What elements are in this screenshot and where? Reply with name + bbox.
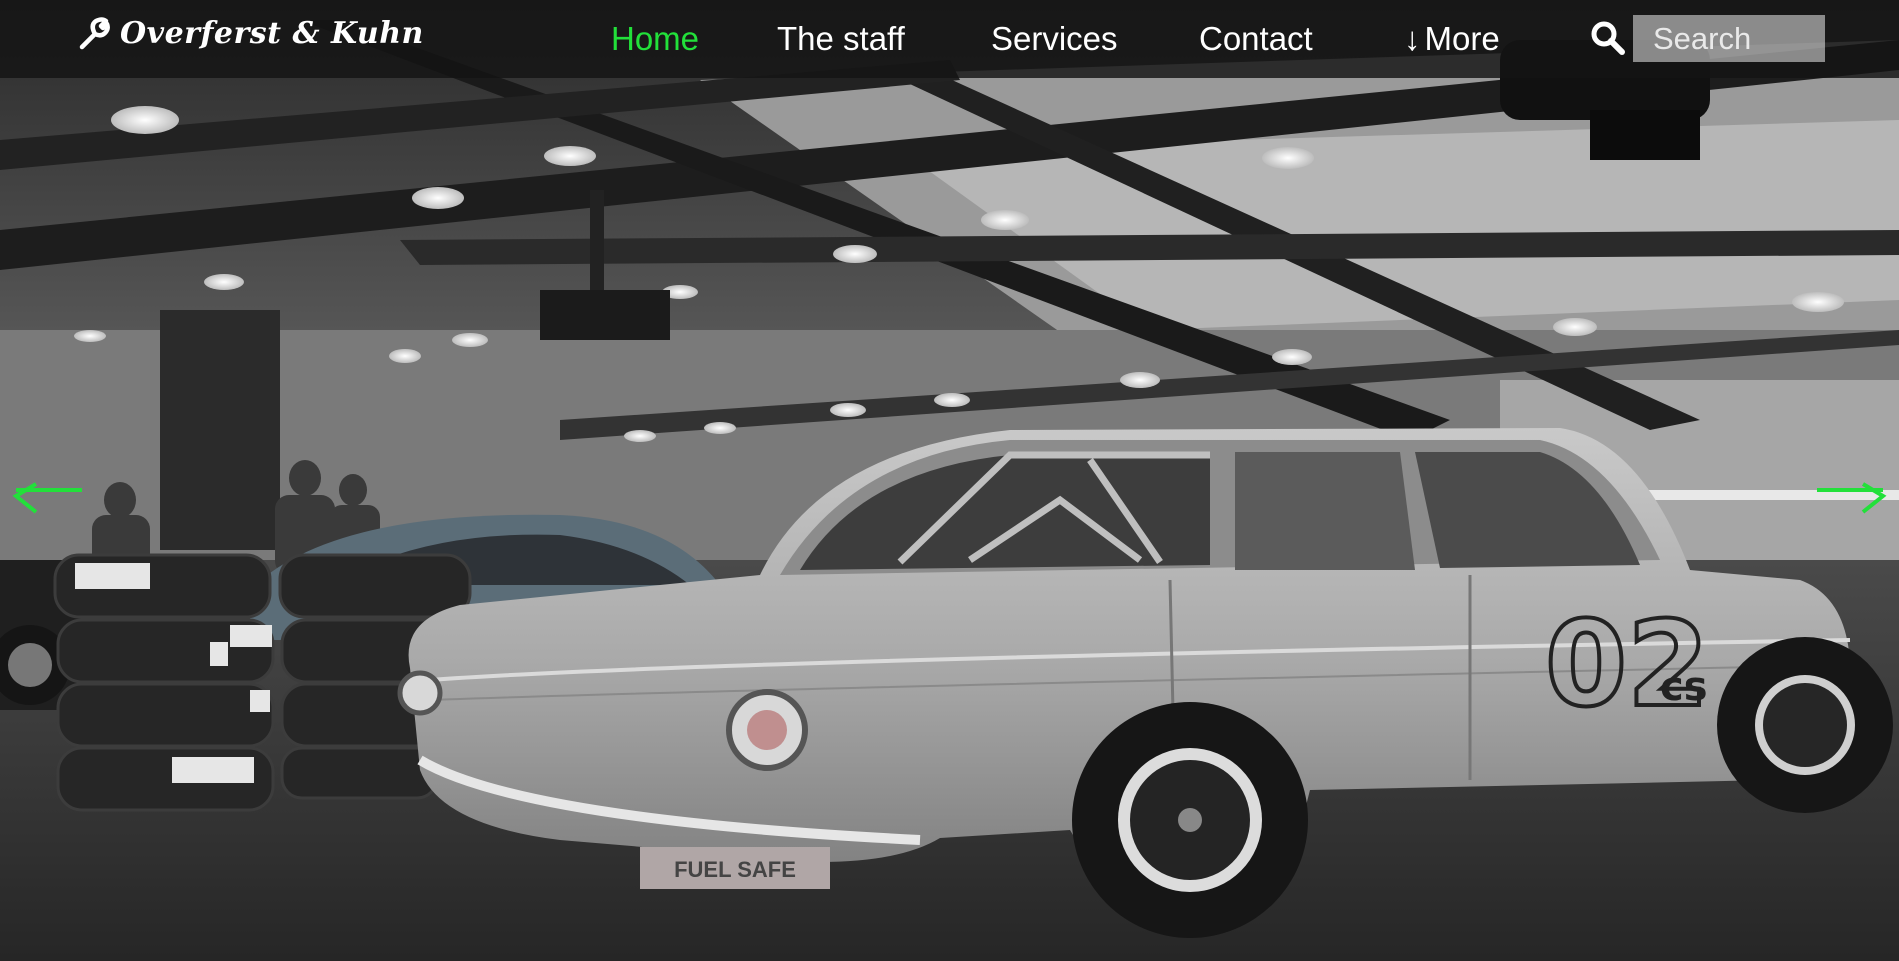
nav-item-more[interactable]: ↓ More bbox=[1404, 20, 1500, 58]
arrow-down-icon: ↓ bbox=[1404, 20, 1421, 57]
nav-item-contact[interactable]: Contact bbox=[1199, 20, 1313, 58]
nav-item-the-staff[interactable]: The staff bbox=[777, 20, 905, 58]
nav-item-home[interactable]: Home bbox=[611, 20, 699, 58]
nav-item-more-label: More bbox=[1424, 20, 1500, 57]
hero-slide-image: FUEL SAFE 02 cs bbox=[0, 0, 1899, 961]
arrow-left-icon[interactable] bbox=[6, 480, 86, 516]
garage-scene-illustration: FUEL SAFE 02 cs bbox=[0, 0, 1899, 961]
search-input[interactable] bbox=[1633, 15, 1825, 62]
plate-text: FUEL SAFE bbox=[674, 857, 796, 882]
top-navbar: Overferst & Kuhn Home The staff Services… bbox=[0, 0, 1899, 78]
nav-item-services[interactable]: Services bbox=[991, 20, 1118, 58]
arrow-right-icon[interactable] bbox=[1813, 480, 1893, 516]
car-number-suffix: cs bbox=[1660, 664, 1708, 710]
search-icon[interactable] bbox=[1590, 20, 1626, 56]
